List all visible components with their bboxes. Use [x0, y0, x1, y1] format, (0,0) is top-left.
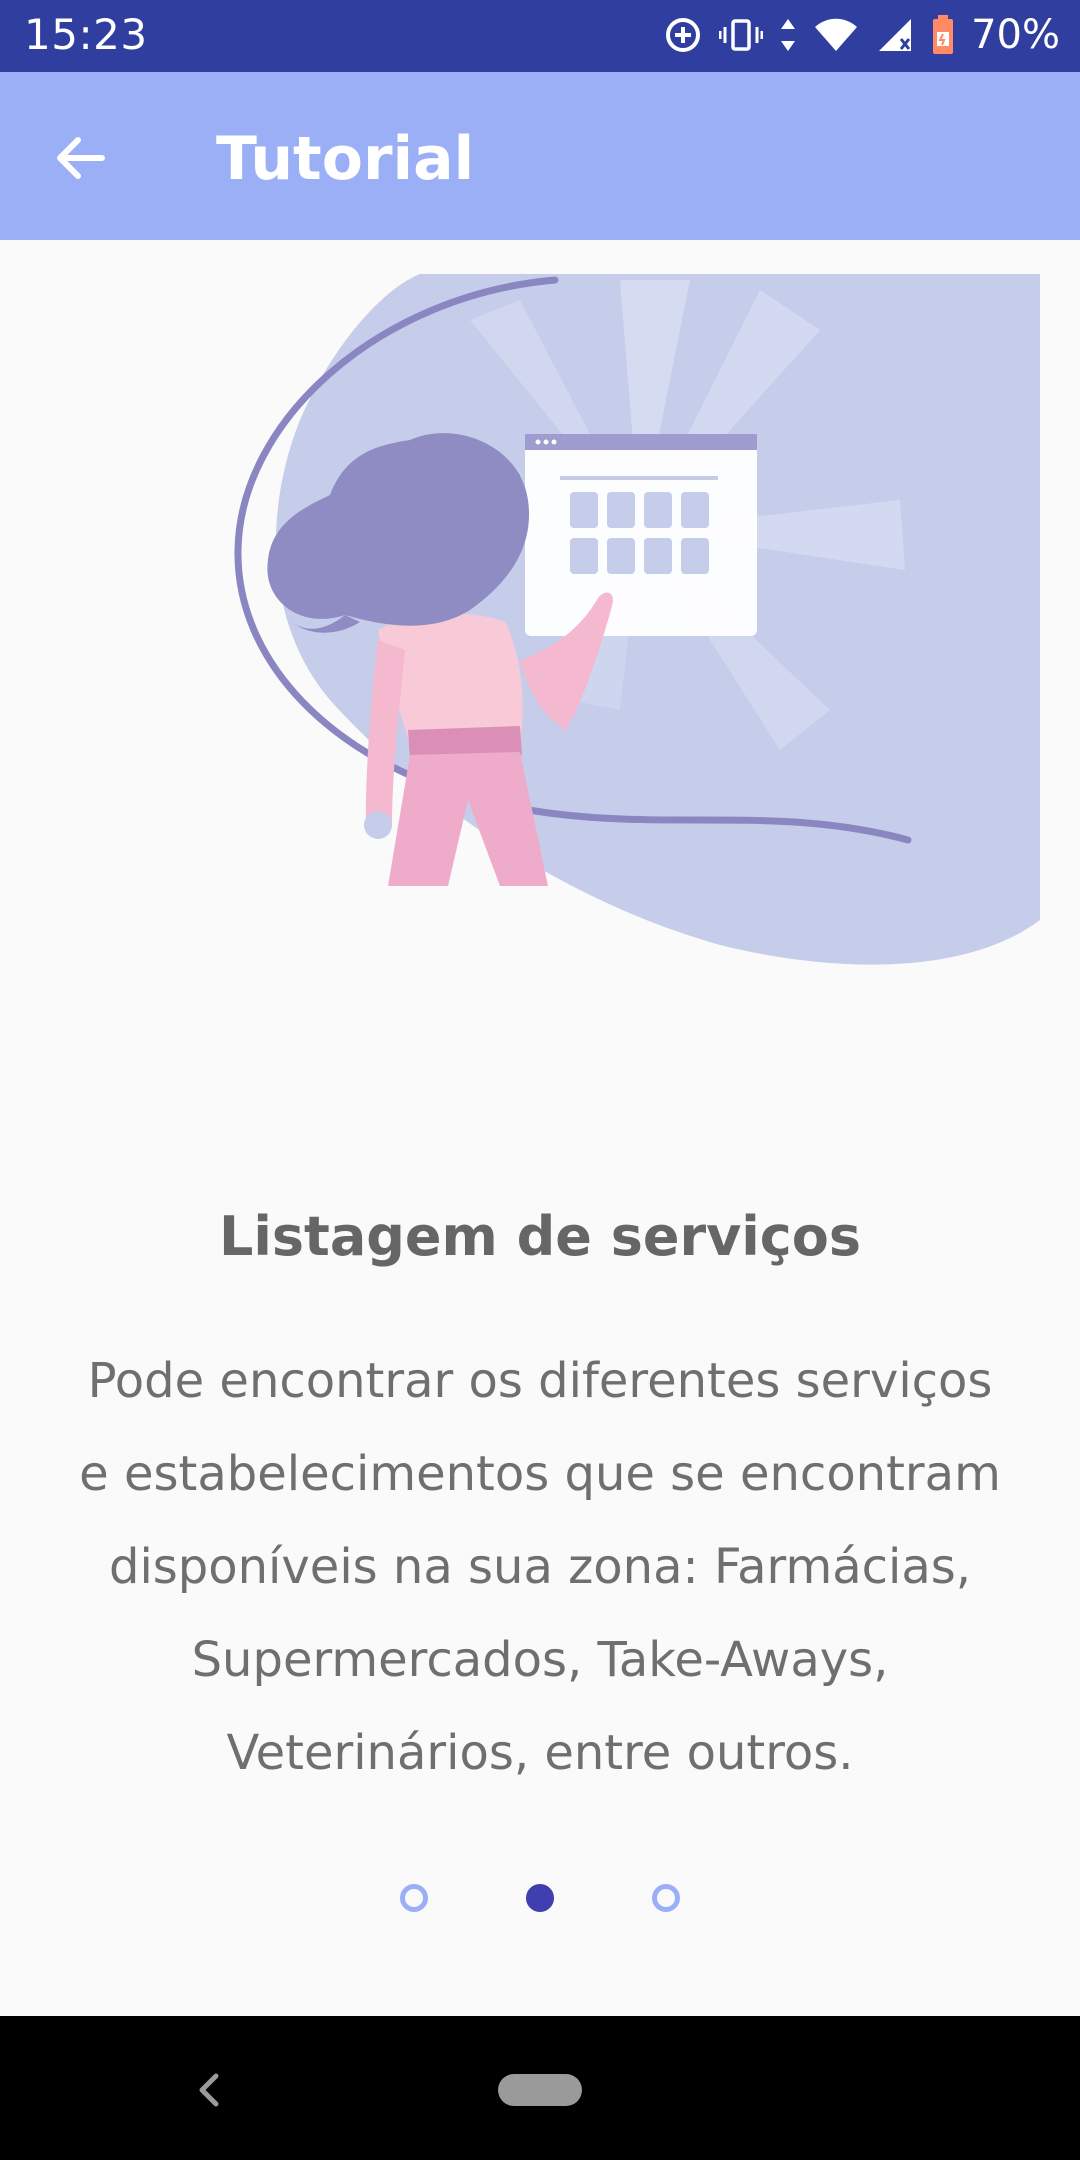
page-dot-3[interactable]	[652, 1884, 680, 1912]
status-time: 15:23	[24, 10, 148, 59]
slide-description: Pode encontrar os diferentes serviços e …	[79, 1353, 1001, 1781]
status-icons: 70%	[663, 12, 1060, 58]
data-saver-icon	[666, 18, 701, 52]
chevron-left-icon	[199, 2073, 219, 2107]
data-arrows-icon	[781, 19, 796, 51]
signal-icon	[879, 19, 912, 51]
slide-title: Listagem de serviços	[218, 1205, 862, 1268]
system-nav-bar	[0, 2016, 1080, 2160]
page-dot-2-active[interactable]	[526, 1884, 554, 1912]
vibrate-icon	[719, 19, 764, 51]
nav-back-button[interactable]	[186, 2062, 234, 2118]
status-bar: 15:23 70%	[0, 0, 1080, 72]
arrow-back-icon	[57, 137, 105, 179]
back-button[interactable]	[40, 118, 120, 198]
wifi-icon	[815, 18, 858, 51]
page-indicator	[0, 1884, 1080, 1920]
battery-icon	[933, 15, 954, 54]
battery-percent: 70%	[971, 12, 1060, 58]
page-title: Tutorial	[216, 124, 475, 194]
tutorial-illustration	[0, 240, 1080, 1000]
app-bar: Tutorial	[0, 72, 1080, 240]
nav-home-pill[interactable]	[498, 2074, 582, 2106]
page-dot-1[interactable]	[400, 1884, 428, 1912]
